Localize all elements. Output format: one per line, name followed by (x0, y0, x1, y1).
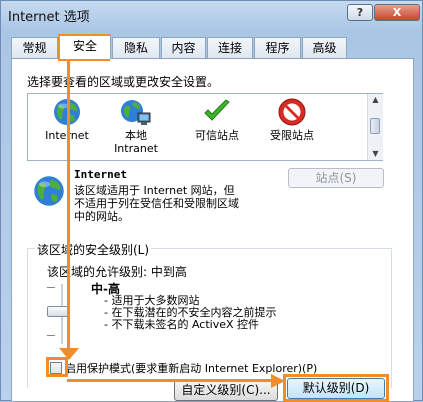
security-level-details: - 适用于大多数网站 - 在下载潜在的不安全内容之前提示 - 不下载未签名的 A… (104, 295, 276, 331)
tab-programs[interactable]: 程序 (254, 37, 301, 59)
tab-privacy[interactable]: 隐私 (112, 37, 160, 59)
zone-description-line: 不适用于列在受信任和受限制区域 (74, 197, 239, 210)
selected-zone-globe-icon (34, 176, 64, 206)
zone-description-line: 中的网站。 (74, 210, 129, 223)
zone-trusted-label: 可信站点 (195, 129, 239, 142)
intranet-icon (121, 100, 151, 125)
security-level-slider-thumb[interactable] (47, 306, 69, 317)
security-level-group-label: 该区域的安全级别(L) (35, 241, 152, 258)
sites-button[interactable]: 站点(S) (288, 168, 384, 188)
zone-restricted-label: 受限站点 (270, 129, 314, 142)
custom-level-button[interactable]: 自定义级别(C)... (174, 380, 278, 401)
scroll-down-icon[interactable]: ▼ (368, 148, 383, 160)
close-button[interactable]: X (374, 4, 420, 21)
tab-general[interactable]: 常规 (11, 37, 58, 59)
zone-list-scrollbar[interactable]: ▲ ▼ (367, 94, 383, 160)
selected-zone-description: 该区域适用于 Internet 网站，但 不适用于列在受信任和受限制区域 中的网… (74, 184, 284, 223)
checkbox-highlight (46, 357, 68, 377)
scroll-up-icon[interactable]: ▲ (368, 94, 383, 106)
slider-tick (47, 335, 55, 336)
tab-content[interactable]: 内容 (161, 37, 206, 59)
zone-intranet-label: 本地 Intranet (114, 129, 158, 155)
help-button[interactable]: ? (347, 4, 373, 21)
level-bullet: - 不下载未签名的 ActiveX 控件 (104, 318, 260, 331)
scroll-thumb[interactable] (370, 118, 380, 134)
selected-zone-title: Internet (74, 168, 127, 181)
zone-trusted-sites[interactable]: 可信站点 (182, 97, 252, 142)
window-title: Internet 选项 (8, 10, 90, 25)
zone-restricted-sites[interactable]: 受限站点 (257, 97, 327, 142)
annotation-arrow-line (67, 61, 70, 354)
checkmark-icon (204, 99, 230, 121)
zone-description-line: 该区域适用于 Internet 网站，但 (74, 184, 235, 197)
tab-advanced[interactable]: 高级 (302, 37, 347, 59)
title-bar: Internet 选项 ? X (1, 1, 423, 31)
default-level-highlight (283, 374, 389, 402)
tab-connections[interactable]: 连接 (207, 37, 253, 59)
no-entry-icon (278, 98, 306, 126)
select-zone-prompt: 选择要查看的区域或更改安全设置。 (27, 75, 220, 89)
slider-tick (47, 287, 55, 288)
tab-security[interactable]: 安全 (59, 35, 111, 59)
annotation-arrow-line-horizontal (67, 379, 275, 382)
internet-options-window: Internet 选项 ? X 常规 安全 隐私 内容 连接 程序 高级 选择要… (0, 0, 423, 402)
zone-local-intranet[interactable]: 本地 Intranet (101, 97, 171, 155)
